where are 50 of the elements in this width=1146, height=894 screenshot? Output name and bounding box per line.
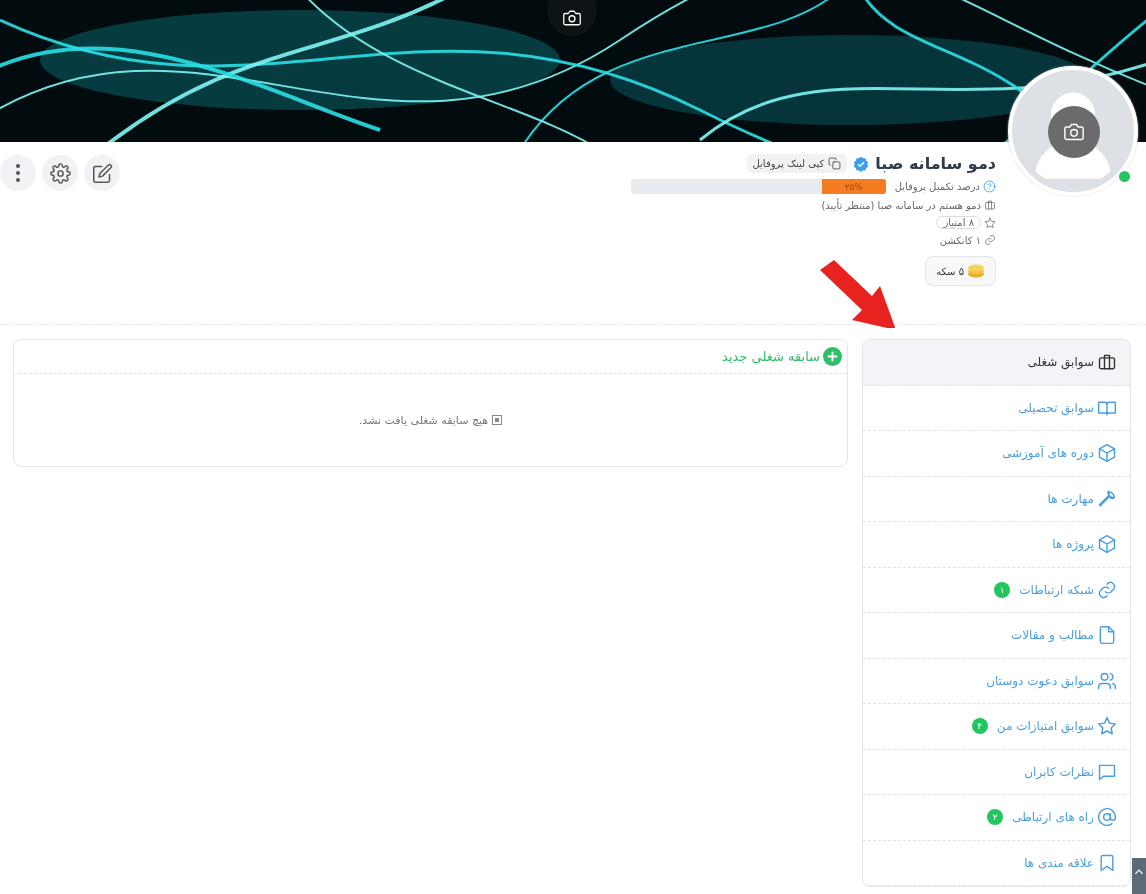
copy-icon (828, 157, 842, 170)
sidebar-item[interactable]: دوره های آموزشی (863, 431, 1130, 477)
settings-button[interactable] (42, 155, 78, 191)
sidebar-item[interactable]: علاقه مندی ها (863, 840, 1130, 886)
profile-name: دمو سامانه صبا (875, 154, 996, 173)
edit-icon (91, 162, 113, 184)
box-icon (1097, 534, 1117, 555)
star-icon (1097, 716, 1117, 737)
users-icon (1097, 670, 1117, 691)
more-icon (16, 164, 20, 182)
box-icon (1097, 443, 1117, 464)
count-badge: ۴ (971, 718, 988, 735)
connections-count: ۱ کانکشن (939, 234, 981, 246)
coins-icon (967, 264, 985, 278)
wrench-icon (1097, 488, 1117, 509)
more-button[interactable] (0, 155, 36, 191)
completion-label: درصد تکمیل پروفایل (894, 181, 980, 192)
settings-icon (49, 162, 71, 184)
coins-button[interactable]: ۵ سکه (925, 256, 996, 286)
bookmark-icon (1097, 852, 1117, 873)
sidebar-item[interactable]: سوابق دعوت دوستان (863, 658, 1130, 704)
progress-reading: ۲۵% (844, 181, 863, 192)
sidebar-item[interactable]: شبکه ارتباطات ۱ (863, 567, 1130, 613)
link-icon (984, 234, 996, 246)
sidebar-item[interactable]: سوابق تحصیلی (863, 385, 1130, 431)
at-sign-icon (1097, 807, 1117, 828)
scroll-top-button[interactable] (1132, 858, 1146, 894)
link-icon (1097, 579, 1117, 600)
briefcase-icon (984, 199, 996, 211)
sidebar-item[interactable]: مطالب و مقالات (863, 613, 1130, 659)
sidebar-item[interactable]: راه های ارتباطی ۲ (863, 795, 1130, 841)
camera-icon (1064, 122, 1084, 142)
camera-icon (563, 9, 581, 27)
sidebar-item[interactable]: پروژه ها (863, 522, 1130, 568)
star-icon (984, 216, 996, 229)
empty-message: هیچ سابقه شغلی یافت نشد. (358, 413, 489, 427)
empty-box-icon (492, 415, 503, 425)
sidebar-item[interactable]: سوابق امتیازات من ۴ (863, 704, 1130, 750)
add-job-button[interactable]: سابقه شغلی جدید (722, 347, 842, 366)
sidebar-item[interactable]: سوابق شغلی (863, 340, 1130, 386)
count-badge: ۱ (994, 581, 1011, 598)
sidebar-item[interactable]: مهارت ها (863, 476, 1130, 522)
plus-icon (823, 347, 842, 366)
sidebar-item[interactable]: نظرات کابران (863, 749, 1130, 795)
count-badge: ۲ (987, 809, 1004, 826)
help-icon (983, 180, 996, 193)
copy-link-button[interactable]: کپی لینک پروفایل (746, 154, 848, 173)
job-title: دمو هستم در سامانه صبا (منتظر تأیید) (821, 199, 981, 211)
edit-button[interactable] (84, 155, 120, 191)
file-icon (1097, 625, 1117, 646)
